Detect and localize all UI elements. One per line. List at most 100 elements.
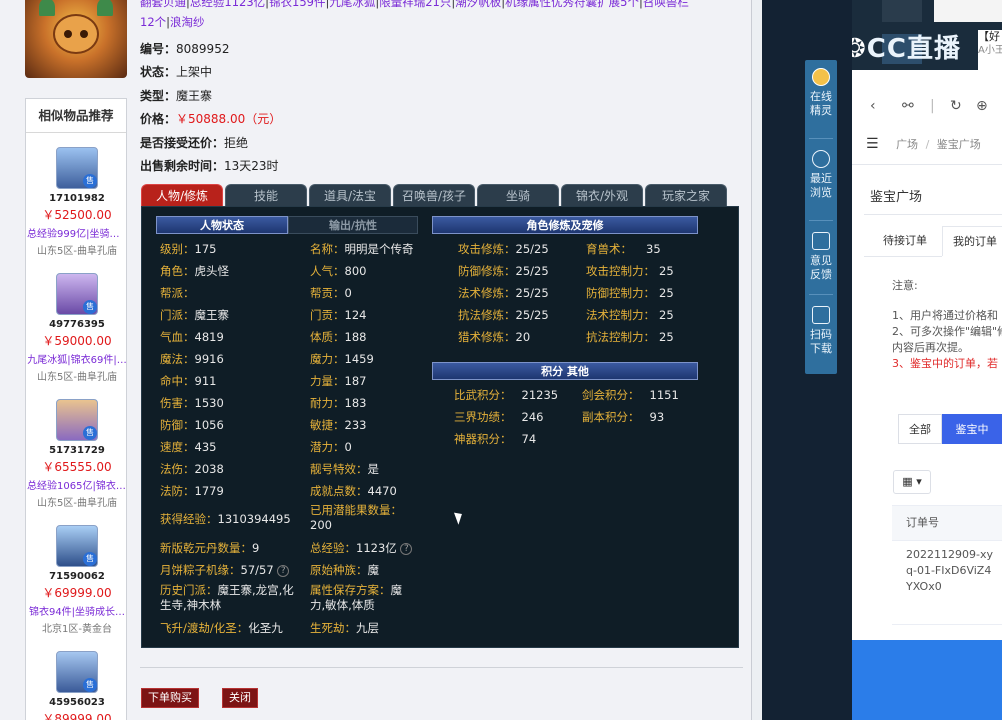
feedback-button[interactable]: 意见反馈 (805, 224, 837, 300)
online-assistant-button[interactable]: 在线精灵 (805, 60, 837, 136)
stat-constitution: 体质：188 (310, 330, 367, 344)
tab-character[interactable]: 人物/修炼 (141, 184, 223, 206)
rec-item[interactable]: 售 51731729 ￥65555.00 总经验1065亿|锦衣6… 山东5区-… (26, 399, 128, 509)
section-output-header[interactable]: 输出/抗性 (288, 216, 418, 234)
section-points-header: 积分 其他 (432, 362, 698, 380)
stat-speed: 速度：435 (160, 440, 217, 454)
stat-feisheng: 飞升/渡劫/化圣：化圣九 (160, 621, 283, 635)
edit-icon (812, 232, 830, 250)
role-avatar (25, 0, 127, 78)
column-settings-button[interactable]: ▦ ▾ (893, 470, 931, 494)
tab-outfits[interactable]: 锦衣/外观 (561, 184, 643, 206)
stat-defense: 防御：1056 (160, 418, 224, 432)
stat-origin-race: 原始种族：魔 (310, 563, 379, 577)
points-dungeon: 副本积分： 93 (582, 410, 665, 424)
character-stats-panel: 人物状态 输出/抗性 角色修炼及宠修 积分 其他 级别：175 角色：虎头怪 帮… (141, 206, 739, 648)
stat-endurance: 耐力：183 (310, 396, 367, 410)
cc-header: ❂CC直播 【好 A小王 (852, 0, 1002, 70)
page-title: 鉴宝广场 (870, 190, 923, 205)
cult-attack: 攻击修炼：25/25 (458, 242, 549, 256)
stat-role: 角色：虎头怪 (160, 264, 229, 278)
stat-zongzi: 月饼粽子机缘：57/57 ? (160, 562, 290, 578)
rec-avatar[interactable]: 售 (56, 399, 98, 441)
tag: 潮汐帆板 (455, 0, 502, 9)
notice-box: 注意: 1、用户将通过价格和 2、可多次操作"编辑"修 内容后再次提。 3、鉴宝… (892, 279, 1002, 370)
sale-badge: 售 (83, 174, 97, 188)
sale-badge: 售 (83, 552, 97, 566)
cult-magic-control: 法术控制力： 25 (586, 308, 674, 322)
detail-tabs: 人物/修炼 技能 道具/法宝 召唤兽/孩子 坐骑 锦衣/外观 玩家之家 (141, 184, 739, 206)
item-status-row: 状态：上架中 (140, 65, 213, 79)
rec-item[interactable]: 售 45956023 ￥89999.00 (26, 651, 128, 720)
help-icon[interactable]: ? (400, 542, 413, 555)
points-merit: 三界功绩： 246 (454, 410, 544, 424)
col-order-no: 订单号 (906, 516, 939, 529)
scan-icon (812, 306, 830, 324)
stat-guild-contrib: 帮贡：0 (310, 286, 352, 300)
desktop-background (852, 640, 1002, 720)
similar-items-sidebar: 相似物品推荐 售 17101982 ￥52500.00 总经验999亿|坐骑成…… (25, 98, 128, 720)
item-price-row: 价格：￥50888.00（元） (140, 112, 282, 126)
rec-item[interactable]: 售 17101982 ￥52500.00 总经验999亿|坐骑成… 山东5区-曲… (26, 147, 128, 257)
user-icon[interactable] (882, 0, 922, 22)
sidebar-title: 相似物品推荐 (26, 99, 126, 133)
rec-avatar[interactable]: 售 (56, 147, 98, 189)
rec-avatar[interactable]: 售 (56, 273, 98, 315)
tab-skills[interactable]: 技能 (225, 184, 307, 206)
cc-logo: ❂CC直播 (852, 34, 961, 64)
item-type-row: 类型：魔王寨 (140, 89, 213, 103)
section-status-header[interactable]: 人物状态 (156, 216, 288, 234)
rec-avatar[interactable]: 售 (56, 525, 98, 567)
tag: 12个 (140, 15, 167, 29)
table-row[interactable]: 2022112909-xyq-01-FIxD6ViZ4YXOx0 (892, 541, 1002, 625)
scan-download-button[interactable]: 扫码下载 (805, 298, 837, 374)
tag: 限量祥瑞21只 (379, 0, 452, 9)
horn-icon (39, 0, 55, 16)
cult-resist-control: 抗法控制力： 25 (586, 330, 674, 344)
tag: 九尾冰狐 (329, 0, 376, 9)
cult-attack-control: 攻击控制力： 25 (586, 264, 674, 278)
buy-button[interactable]: 下单购买 (141, 688, 199, 708)
item-summary: 翻套贝通|总经验1123亿|锦衣159件|九尾冰狐|限量祥瑞21只|潮汐帆板|机… (140, 0, 750, 32)
stat-shengsi: 生死劫：九层 (310, 621, 379, 635)
stat-agility: 敏捷：233 (310, 418, 367, 432)
stat-special-id: 靓号特效：是 (310, 462, 379, 476)
tab-pending-orders[interactable]: 待接订单 (872, 226, 938, 256)
section-cultivation-header: 角色修炼及宠修 (432, 216, 698, 234)
recent-browse-button[interactable]: 最近浏览 (805, 142, 837, 218)
item-tags: 翻套贝通|总经验1123亿|锦衣159件|九尾冰狐|限量祥瑞21只|潮汐帆板|机… (140, 0, 750, 32)
back-icon[interactable]: ‹ (870, 98, 876, 114)
price-value: ￥50888.00（元） (176, 112, 282, 126)
menu-icon[interactable]: ☰ (866, 136, 879, 152)
rec-avatar[interactable]: 售 (56, 651, 98, 693)
stat-achievement: 成就点数：4470 (310, 484, 397, 498)
close-button[interactable]: 关闭 (222, 688, 258, 708)
tab-my-orders[interactable]: 我的订单 (942, 226, 1002, 256)
horn-icon (97, 0, 113, 16)
tab-mounts[interactable]: 坐骑 (477, 184, 559, 206)
filter-appraising-button[interactable]: 鉴宝中 (942, 414, 1002, 444)
link-icon[interactable]: ⚯ (902, 98, 914, 114)
order-number[interactable]: 2022112909-xyq-01-FIxD6ViZ4YXOx0 (906, 547, 998, 595)
refresh-icon[interactable]: ↻ (950, 98, 962, 114)
points-pvp: 比武积分： 21235 (454, 388, 559, 402)
stat-magic-power: 魔力：1459 (310, 352, 374, 366)
remaining-time-row: 出售剩余时间：13天23时 (140, 159, 279, 173)
bargain-row: 是否接受还价：拒绝 (140, 136, 249, 150)
page-scrollbar[interactable] (752, 0, 762, 720)
stat-hit: 命中：911 (160, 374, 217, 388)
stat-magic-damage: 法伤：2038 (160, 462, 224, 476)
tab-home[interactable]: 玩家之家 (645, 184, 727, 206)
points-artifact: 神器积分： 74 (454, 432, 537, 446)
sale-badge: 售 (83, 300, 97, 314)
globe-icon[interactable]: ⊕ (976, 98, 988, 114)
tab-items[interactable]: 道具/法宝 (309, 184, 391, 206)
help-icon[interactable]: ? (277, 564, 290, 577)
separator-icon: | (930, 98, 935, 114)
rec-item[interactable]: 售 49776395 ￥59000.00 九尾冰狐|锦衣69件|… 山东5区-曲… (26, 273, 128, 383)
tab-pets[interactable]: 召唤兽/孩子 (393, 184, 475, 206)
tag: 机缘属性优秀符囊扩展5个 (505, 0, 639, 9)
filter-all-button[interactable]: 全部 (898, 414, 942, 444)
sale-badge: 售 (83, 678, 97, 692)
rec-item[interactable]: 售 71590062 ￥69999.00 锦衣94件|坐骑成长… 北京1区-黄金… (26, 525, 128, 635)
